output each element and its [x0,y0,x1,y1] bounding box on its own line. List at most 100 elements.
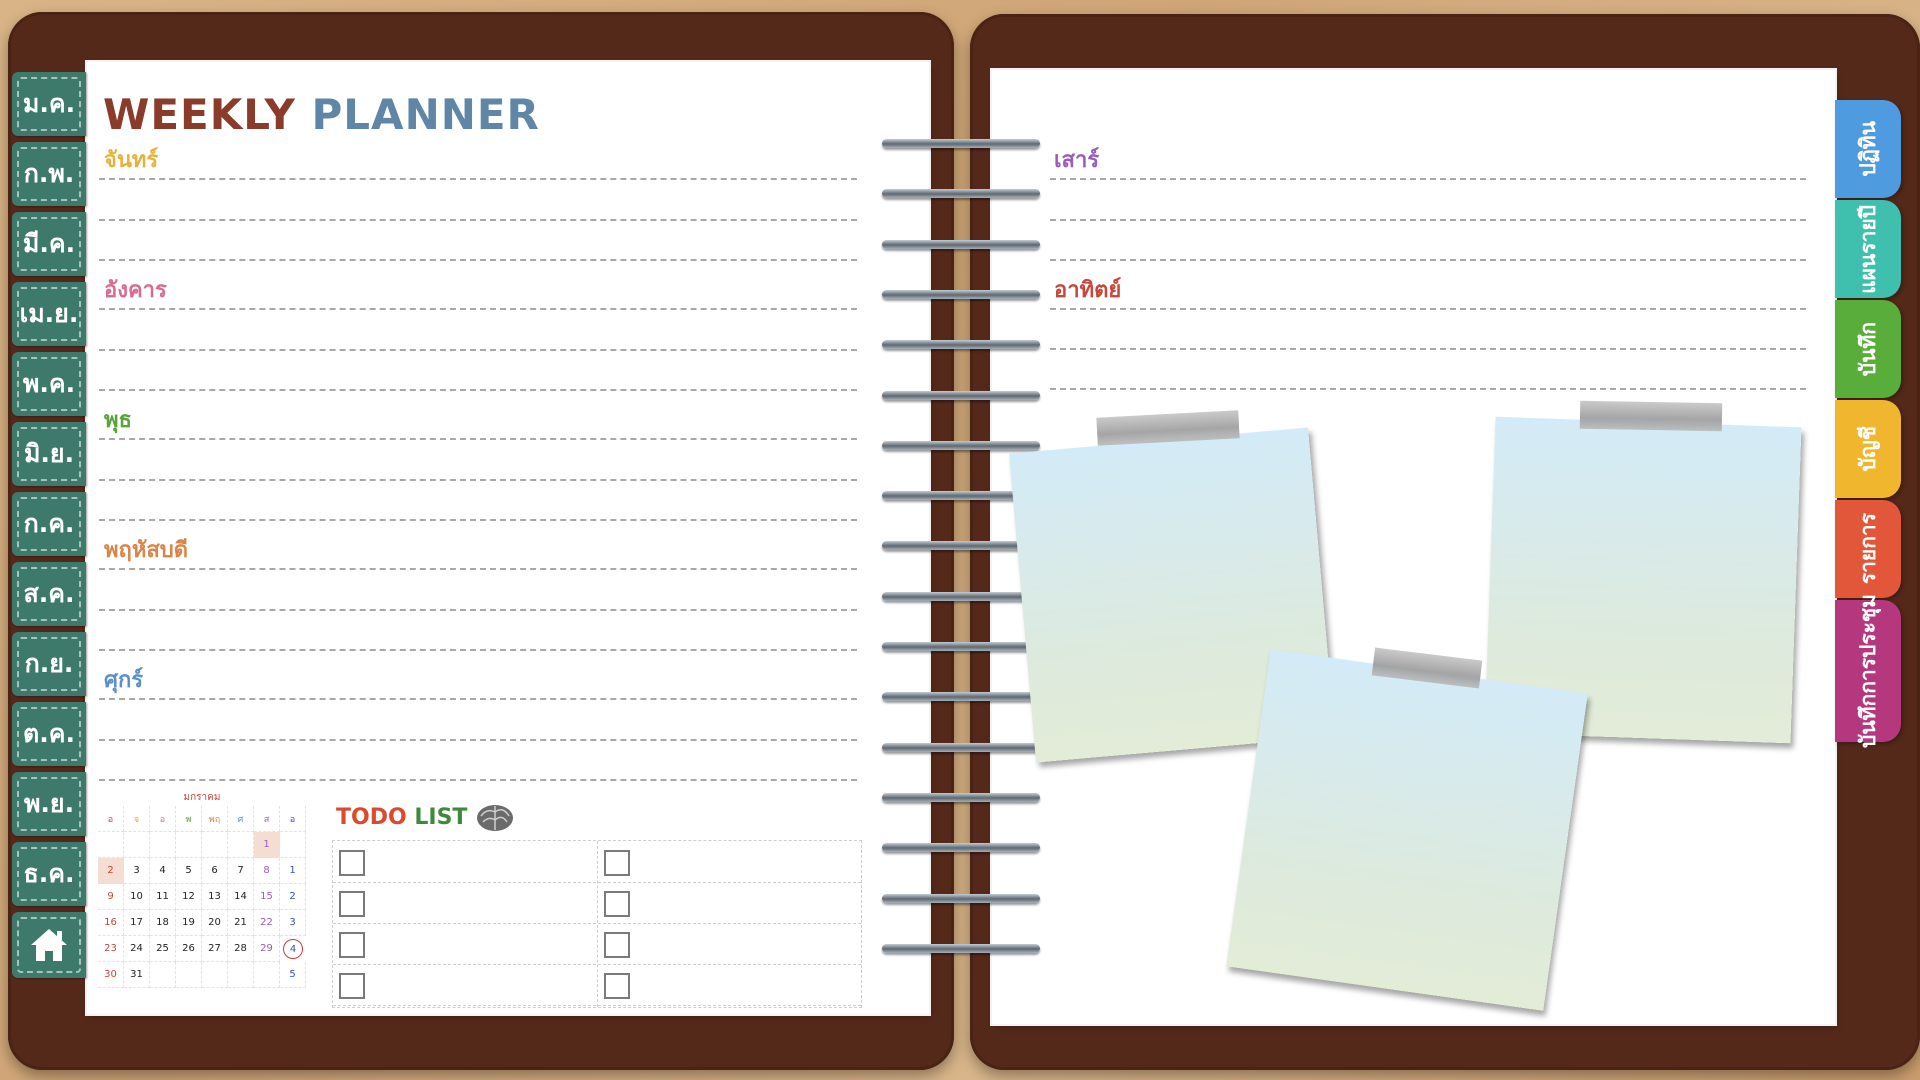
section-tab-label: รายการ [1855,513,1880,585]
section-tab[interactable]: บัญชี [1835,400,1901,498]
calendar-week-number[interactable]: 1 [280,858,306,884]
calendar-day[interactable]: 7 [228,858,254,884]
calendar-week-number[interactable]: 5 [280,962,306,988]
month-tab[interactable]: มิ.ย. [12,422,86,486]
month-tab[interactable]: พ.ย. [12,772,86,836]
todo-label: TODO [336,805,407,830]
month-tab[interactable]: พ.ค. [12,352,86,416]
month-tab[interactable]: มี.ค. [12,212,86,276]
calendar-day[interactable]: 29 [254,936,280,962]
calendar-day[interactable]: 12 [176,884,202,910]
calendar-day[interactable]: 15 [254,884,280,910]
calendar-day[interactable]: 10 [124,884,150,910]
calendar-weekday-header: พ [176,806,202,832]
calendar-day[interactable]: 3 [124,858,150,884]
section-tab[interactable]: รายการ [1835,500,1901,598]
calendar-day[interactable]: 22 [254,910,280,936]
calendar-weekday-header: ศ [228,806,254,832]
spiral-ring [882,239,1040,249]
month-tab-label: ธ.ค. [23,859,75,888]
spiral-ring [882,742,1040,752]
title-weekly: WEEKLY [103,90,296,139]
section-tab[interactable]: บันทึกการประชุม [1835,594,1901,748]
calendar-month-title: มกราคม [183,792,221,803]
calendar-day[interactable]: 9 [98,884,124,910]
month-tab[interactable]: ธ.ค. [12,842,86,906]
section-tab-label: บัญชี [1855,426,1880,472]
todo-checkbox[interactable] [604,850,630,876]
calendar-day[interactable]: 21 [228,910,254,936]
calendar-day[interactable]: 24 [124,936,150,962]
calendar-day[interactable]: 26 [176,936,202,962]
todo-checkbox[interactable] [339,850,365,876]
calendar-day[interactable]: 2 [98,858,124,884]
calendar-day [202,832,228,858]
calendar-day [98,832,124,858]
section-tab[interactable]: แผนรายปี [1835,200,1901,298]
home-icon [31,929,67,961]
ruled-line [99,389,857,391]
calendar-week-number[interactable]: 2 [280,884,306,910]
calendar-day[interactable]: 6 [202,858,228,884]
todo-row [333,964,861,1006]
calendar-day[interactable]: 17 [124,910,150,936]
calendar-day[interactable]: 14 [228,884,254,910]
calendar-weekday-header: อ [280,806,306,832]
month-tab[interactable]: ก.ย. [12,632,86,696]
section-tab[interactable]: ปฏิทิน [1835,100,1901,198]
calendar-day [176,832,202,858]
calendar-day [176,962,202,988]
calendar-day [124,832,150,858]
calendar-day[interactable]: 19 [176,910,202,936]
ruled-line [99,438,857,440]
month-tab[interactable]: ต.ค. [12,702,86,766]
calendar-day[interactable]: 5 [176,858,202,884]
calendar-day[interactable]: 25 [150,936,176,962]
todo-checkbox[interactable] [339,973,365,999]
calendar-day[interactable]: 31 [124,962,150,988]
month-tab[interactable]: ก.ค. [12,492,86,556]
month-tab-label: เม.ย. [19,299,79,328]
ruled-line [99,259,857,261]
calendar-day[interactable]: 27 [202,936,228,962]
month-tab[interactable]: เม.ย. [12,282,86,346]
sticky-note[interactable] [1226,649,1588,1011]
todo-checkbox[interactable] [339,891,365,917]
month-tab-label: มี.ค. [22,229,76,258]
calendar-day[interactable]: 23 [98,936,124,962]
calendar-day[interactable]: 4 [150,858,176,884]
todo-checkbox[interactable] [604,932,630,958]
list-label: LIST [414,805,468,830]
spiral-ring [882,340,1040,350]
calendar-day[interactable]: 11 [150,884,176,910]
calendar-day[interactable]: 18 [150,910,176,936]
section-tab[interactable]: บันทึก [1835,300,1901,398]
calendar-day[interactable]: 20 [202,910,228,936]
todo-checkbox[interactable] [604,973,630,999]
ruled-line [99,219,857,221]
todo-checkbox[interactable] [604,891,630,917]
home-button[interactable] [12,912,86,978]
calendar-day[interactable]: 13 [202,884,228,910]
month-tab[interactable]: ส.ค. [12,562,86,626]
ruled-line [99,698,857,700]
ruled-line [99,739,857,741]
todo-row [333,882,861,924]
section-tab-label: ปฏิทิน [1855,121,1880,177]
mini-calendar: มกราคม อจอพพฤศสอ 1 2 3 4 5 6 7 8 1 9 10 11 12 13 14 15 2 1… [98,790,306,998]
month-tab[interactable]: ก.พ. [12,142,86,206]
calendar-day[interactable]: 28 [228,936,254,962]
todo-checkbox[interactable] [339,932,365,958]
calendar-day [228,962,254,988]
month-tab[interactable]: ม.ค. [12,72,86,136]
calendar-day[interactable]: 30 [98,962,124,988]
calendar-day[interactable]: 1 [254,832,280,858]
section-tab-label: บันทึก [1855,321,1880,377]
day-label-sunday: อาทิตย์ [1054,278,1122,303]
calendar-week-number[interactable]: 3 [280,910,306,936]
calendar-day[interactable]: 8 [254,858,280,884]
calendar-day[interactable]: 16 [98,910,124,936]
calendar-week-number[interactable]: 4 [283,939,303,959]
ruled-line [99,649,857,651]
ruled-line [99,349,857,351]
